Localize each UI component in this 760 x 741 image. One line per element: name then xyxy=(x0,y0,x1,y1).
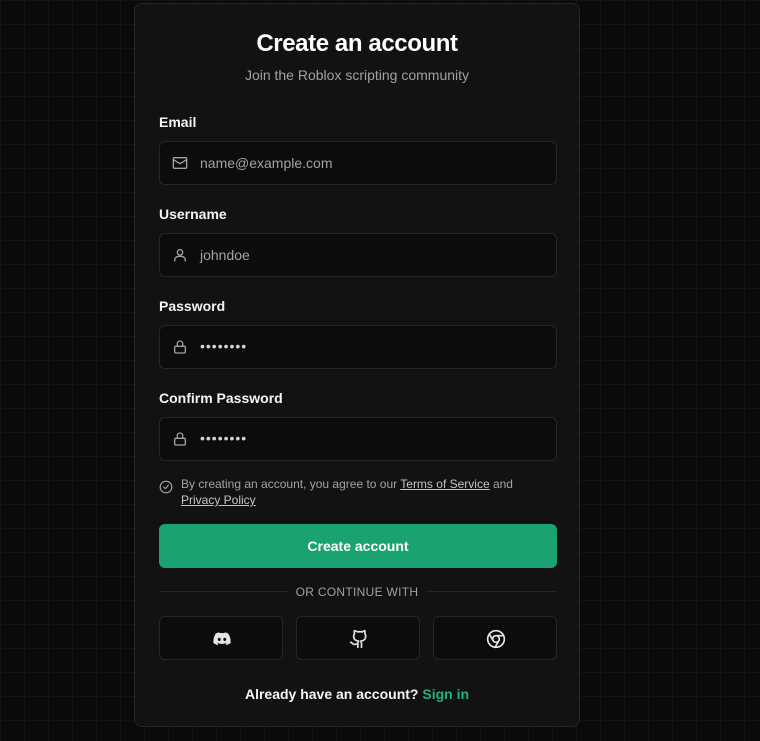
signin-question: Already have an account? xyxy=(244,686,419,702)
terms-and: and xyxy=(489,477,513,491)
confirm-password-label: Confirm Password xyxy=(159,390,283,406)
chrome-icon xyxy=(486,629,506,649)
page-subtitle: Join the Roblox scripting community xyxy=(244,67,470,83)
divider-label: OR CONTINUE WITH xyxy=(287,585,427,599)
user-icon xyxy=(174,249,186,262)
email-placeholder: name@example.com xyxy=(200,155,333,171)
password-value: •••••••• xyxy=(200,338,248,354)
privacy-policy-link[interactable]: Privacy Policy xyxy=(181,492,559,508)
username-label: Username xyxy=(159,206,227,222)
confirm-password-field[interactable]: •••••••• xyxy=(159,417,557,461)
confirm-password-value: •••••••• xyxy=(200,430,248,446)
terms-prefix: By creating an account, you agree to our xyxy=(181,477,401,491)
username-field[interactable]: johndoe xyxy=(159,233,557,277)
password-field[interactable]: •••••••• xyxy=(159,325,557,369)
terms-notice: By creating an account, you agree to our… xyxy=(159,476,559,508)
lock-icon xyxy=(174,340,186,354)
github-icon xyxy=(349,629,367,649)
divider: OR CONTINUE WITH xyxy=(135,585,579,599)
email-field[interactable]: name@example.com xyxy=(159,141,557,185)
discord-button[interactable] xyxy=(159,616,283,660)
discord-icon xyxy=(213,632,231,646)
github-button[interactable] xyxy=(296,616,420,660)
create-account-button[interactable]: Create account xyxy=(159,524,557,568)
password-label: Password xyxy=(159,298,226,314)
terms-of-service-link[interactable]: Terms of Service xyxy=(400,477,489,491)
signin-link[interactable]: Sign in xyxy=(422,686,469,702)
signup-card: Create an account Join the Roblox script… xyxy=(134,3,580,727)
google-button[interactable] xyxy=(433,616,557,660)
check-circle-icon xyxy=(159,480,173,494)
lock-icon xyxy=(174,432,186,446)
email-label: Email xyxy=(159,114,197,130)
signin-prompt: Already have an account? Sign in xyxy=(135,686,579,702)
mail-icon xyxy=(172,157,188,169)
page-title: Create an account xyxy=(256,30,458,57)
username-placeholder: johndoe xyxy=(200,247,250,263)
